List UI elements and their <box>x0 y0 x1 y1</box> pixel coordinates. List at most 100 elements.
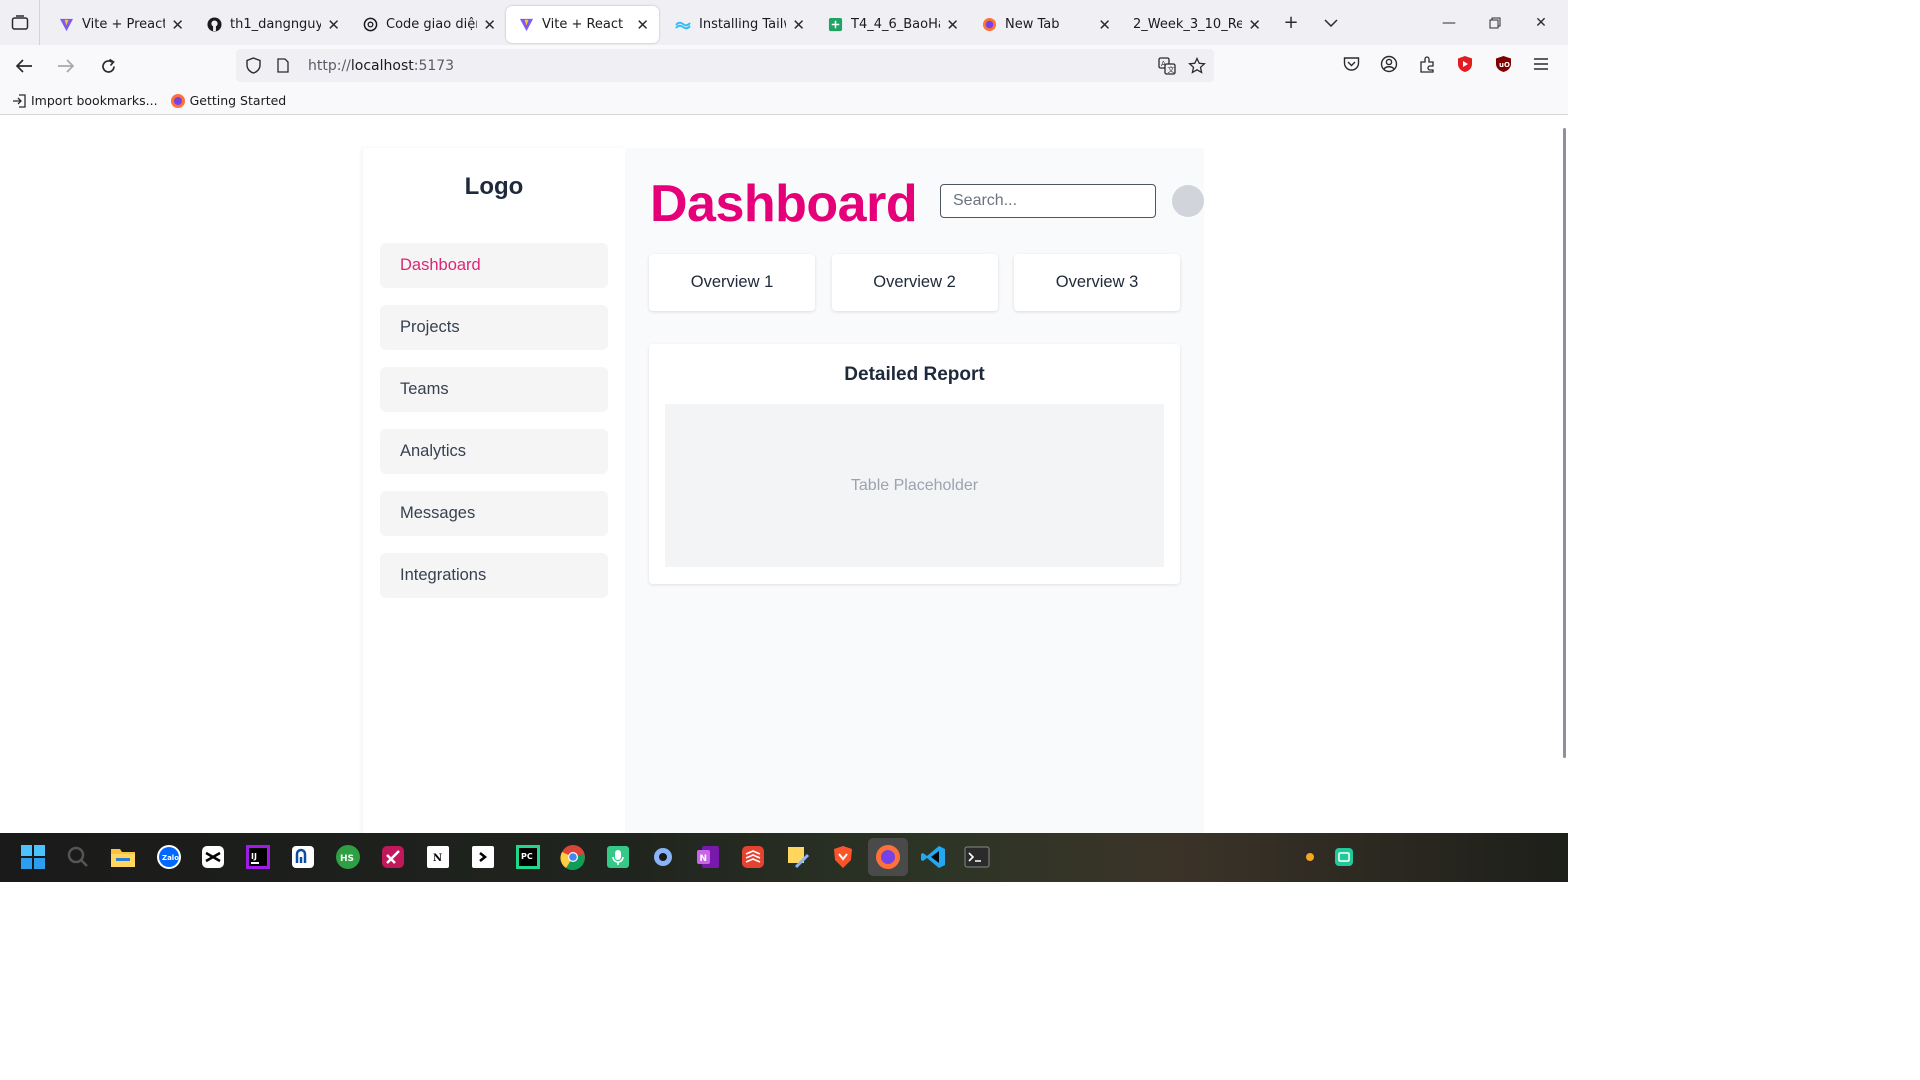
jetbrains-toolbox-icon[interactable] <box>467 841 499 873</box>
avatar[interactable] <box>1172 185 1204 217</box>
browser-tab-active[interactable]: Vite + React ✕ <box>506 6 659 43</box>
notion-icon[interactable]: N <box>422 841 454 873</box>
overview-card-3[interactable]: Overview 3 <box>1014 254 1180 311</box>
close-icon[interactable]: ✕ <box>636 16 649 34</box>
tab-title: New Tab <box>1005 17 1060 32</box>
svg-text:uO: uO <box>1499 61 1510 69</box>
restore-icon[interactable] <box>1472 0 1518 45</box>
table-placeholder: Table Placeholder <box>665 404 1164 567</box>
windows-start-icon[interactable] <box>17 841 49 873</box>
firefox-taskbar-icon[interactable] <box>868 838 908 876</box>
app-icon[interactable] <box>377 841 409 873</box>
ublock-origin-icon[interactable]: uO <box>1484 49 1522 79</box>
pycharm-icon[interactable]: PC <box>512 841 544 873</box>
sidebar-item-analytics[interactable]: Analytics <box>380 429 608 474</box>
sidebar-item-messages[interactable]: Messages <box>380 491 608 536</box>
github-icon <box>206 17 222 33</box>
shield-icon[interactable] <box>238 51 268 81</box>
todoist-icon[interactable] <box>737 841 769 873</box>
browser-tab[interactable]: T4_4_6_BaoHa_(2N ✕ <box>815 6 969 43</box>
hs-icon[interactable]: HS <box>332 841 364 873</box>
bookmark-getting-started[interactable]: Getting Started <box>170 93 287 109</box>
extensions-icon[interactable] <box>1408 49 1446 79</box>
reload-icon[interactable] <box>90 50 126 82</box>
minimize-icon[interactable]: — <box>1426 0 1472 45</box>
chevron-down-icon[interactable] <box>1311 0 1351 45</box>
close-icon[interactable]: ✕ <box>1098 16 1111 34</box>
sidebar-item-projects[interactable]: Projects <box>380 305 608 350</box>
brave-icon[interactable] <box>827 841 859 873</box>
vite-icon <box>518 17 534 33</box>
capcut-icon[interactable] <box>197 841 229 873</box>
close-icon[interactable]: ✕ <box>792 16 805 34</box>
sidebar-item-dashboard[interactable]: Dashboard <box>380 243 608 288</box>
overview-card-2[interactable]: Overview 2 <box>831 254 998 311</box>
forward-arrow-icon[interactable] <box>48 50 84 82</box>
openai-icon <box>362 17 378 33</box>
page-icon[interactable] <box>268 51 298 81</box>
bookmarks-toolbar: Import bookmarks... Getting Started <box>0 87 1568 115</box>
chrome-icon[interactable] <box>557 841 589 873</box>
sidebar: Logo Dashboard Projects Teams Analytics … <box>363 148 625 833</box>
sidebar-item-teams[interactable]: Teams <box>380 367 608 412</box>
notification-dot-icon[interactable] <box>1300 841 1320 873</box>
browser-tab[interactable]: Installing Tailwind ✕ <box>663 6 815 43</box>
close-window-icon[interactable]: ✕ <box>1518 0 1564 45</box>
svg-text:A: A <box>1161 60 1166 68</box>
vscode-icon[interactable] <box>917 841 949 873</box>
onenote-icon[interactable]: N <box>692 841 724 873</box>
translate-icon[interactable]: A文 <box>1152 51 1182 81</box>
close-icon[interactable]: ✕ <box>483 16 496 34</box>
close-icon[interactable]: ✕ <box>327 16 340 34</box>
tab-list-icon[interactable] <box>0 0 40 45</box>
browser-tab[interactable]: Vite + Preact ✕ <box>46 6 194 43</box>
svg-text:N: N <box>433 853 442 864</box>
overview-card-1[interactable]: Overview 1 <box>649 254 815 311</box>
sticky-notes-icon[interactable] <box>782 841 814 873</box>
browser-tab[interactable]: Code giao diện Re ✕ <box>350 6 506 43</box>
terminal-icon[interactable] <box>961 841 993 873</box>
intellij-icon[interactable]: IJ <box>242 841 274 873</box>
menu-hamburger-icon[interactable] <box>1522 49 1560 79</box>
url-scheme: http:// <box>308 57 351 74</box>
mic-icon[interactable] <box>602 841 634 873</box>
devtool-icon[interactable] <box>287 841 319 873</box>
bookmark-star-icon[interactable] <box>1182 51 1212 81</box>
vite-icon <box>58 17 74 33</box>
search-input[interactable] <box>940 184 1156 218</box>
sidebar-item-integrations[interactable]: Integrations <box>380 553 608 598</box>
browser-tab[interactable]: 2_Week_3_10_ReactJS ✕ <box>1121 6 1271 43</box>
dashboard-app: Logo Dashboard Projects Teams Analytics … <box>363 148 1204 833</box>
tailwind-icon <box>675 17 691 33</box>
svg-text:文: 文 <box>1168 65 1175 74</box>
close-icon[interactable]: ✕ <box>946 16 959 34</box>
report-title: Detailed Report <box>844 364 985 385</box>
navigation-toolbar: http://localhost:5173 A文 uO <box>0 45 1568 87</box>
address-bar[interactable]: http://localhost:5173 A文 <box>236 49 1214 82</box>
logo[interactable]: Logo <box>363 170 625 204</box>
zalo-icon[interactable]: Zalo <box>153 841 185 873</box>
close-icon[interactable]: ✕ <box>1248 16 1261 34</box>
close-icon[interactable]: ✕ <box>171 16 184 34</box>
video-ext-icon[interactable] <box>1446 49 1484 79</box>
tab-title: Installing Tailwind <box>699 17 786 32</box>
url-port: :5173 <box>413 57 455 74</box>
account-icon[interactable] <box>1370 49 1408 79</box>
pocket-icon[interactable] <box>1332 49 1370 79</box>
browser-tab[interactable]: th1_dangnguyenti ✕ <box>194 6 350 43</box>
settings-icon[interactable] <box>647 841 679 873</box>
sheets-icon <box>827 17 843 33</box>
back-arrow-icon[interactable] <box>6 50 42 82</box>
url-text[interactable]: http://localhost:5173 <box>308 58 454 74</box>
new-tab-icon[interactable]: + <box>1271 0 1311 45</box>
firefox-icon <box>981 17 997 33</box>
tray-app-icon[interactable] <box>1328 841 1360 873</box>
browser-tab[interactable]: New Tab ✕ <box>969 6 1121 43</box>
file-explorer-icon[interactable] <box>107 841 139 873</box>
bookmark-label: Getting Started <box>189 93 287 108</box>
tab-title: Vite + React <box>542 17 624 32</box>
bookmark-import[interactable]: Import bookmarks... <box>12 93 158 108</box>
search-icon[interactable] <box>62 841 94 873</box>
tab-title: Code giao diện Re <box>386 17 477 32</box>
page-scrollbar[interactable] <box>1563 128 1566 758</box>
